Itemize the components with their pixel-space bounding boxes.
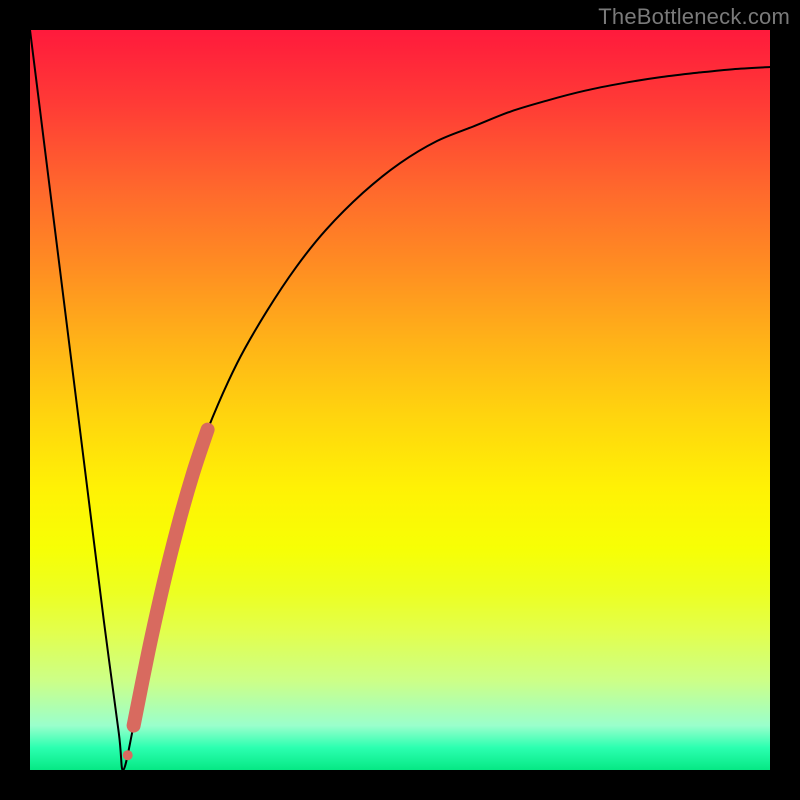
chart-svg <box>30 30 770 770</box>
highlight-dot <box>123 750 133 760</box>
watermark-text: TheBottleneck.com <box>598 4 790 30</box>
chart-frame: TheBottleneck.com <box>0 0 800 800</box>
curve-layer <box>30 30 770 770</box>
plot-area <box>30 30 770 770</box>
highlight-segment <box>134 430 208 726</box>
